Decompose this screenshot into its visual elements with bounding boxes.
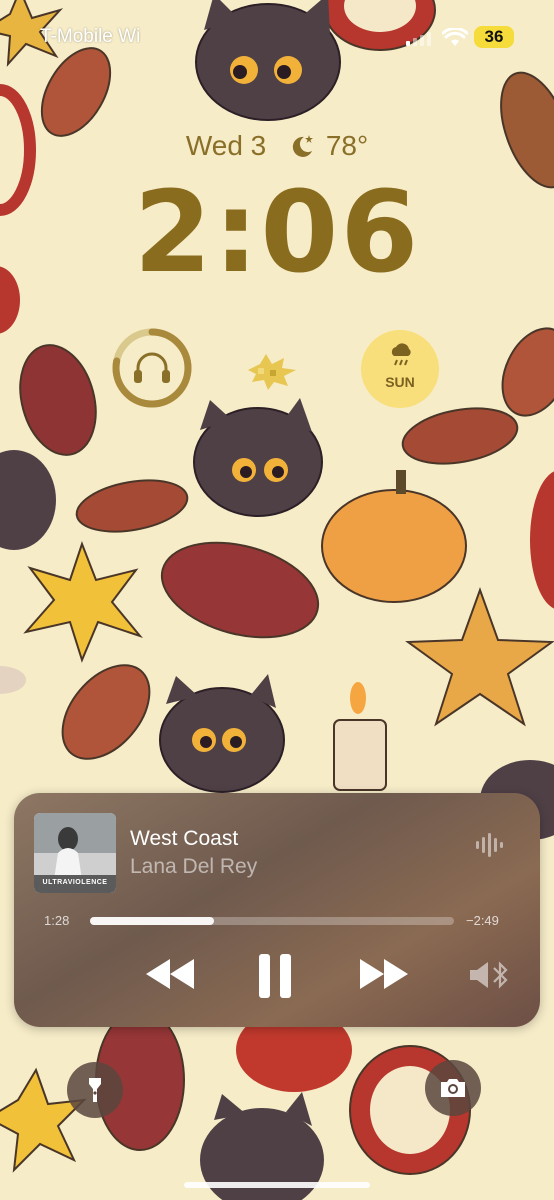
speaker-bluetooth-icon[interactable] (468, 961, 512, 989)
song-artist: Lana Del Rey (130, 855, 258, 878)
flashlight-button[interactable] (67, 1062, 123, 1118)
headphones-battery-widget[interactable] (110, 326, 194, 410)
lock-clock: 2:06 (133, 168, 421, 298)
flashlight-icon (89, 1078, 101, 1102)
status-bar: T-Mobile Wi 36 (0, 24, 554, 54)
home-indicator[interactable] (184, 1182, 370, 1188)
remaining-time: −2:49 (466, 913, 499, 928)
cloud-rain-icon (391, 343, 411, 366)
camera-button[interactable] (425, 1060, 481, 1116)
cellular-signal-icon (406, 32, 431, 46)
temperature-label: 78° (325, 129, 369, 161)
pause-button[interactable] (255, 954, 295, 998)
wifi-icon (442, 28, 468, 46)
weather-widget[interactable]: SUN (361, 330, 439, 408)
fast-forward-button[interactable] (358, 959, 410, 989)
album-art[interactable]: ULTRAVIOLENCE (34, 813, 116, 893)
now-playing-widget[interactable]: ULTRAVIOLENCE West Coast Lana Del Rey 1:… (14, 793, 540, 1027)
playback-scrubber[interactable] (90, 917, 454, 925)
rewind-button[interactable] (144, 959, 196, 989)
camera-icon (441, 1079, 465, 1097)
battery-indicator: 36 (474, 26, 514, 48)
scrubber-fill (90, 917, 214, 925)
carrier-label: T-Mobile Wi (40, 26, 141, 47)
moon-stars-icon (292, 134, 314, 157)
waveform-icon (476, 833, 503, 857)
song-title: West Coast (130, 827, 239, 850)
weather-day-label: SUN (385, 374, 415, 390)
elapsed-time: 1:28 (44, 913, 70, 928)
date-weather-row: Wed 3 78° (0, 128, 554, 162)
date-label: Wed 3 (185, 129, 267, 161)
headphones-icon (134, 352, 170, 383)
leaf-icon (248, 354, 296, 390)
album-caption: ULTRAVIOLENCE (42, 879, 108, 886)
